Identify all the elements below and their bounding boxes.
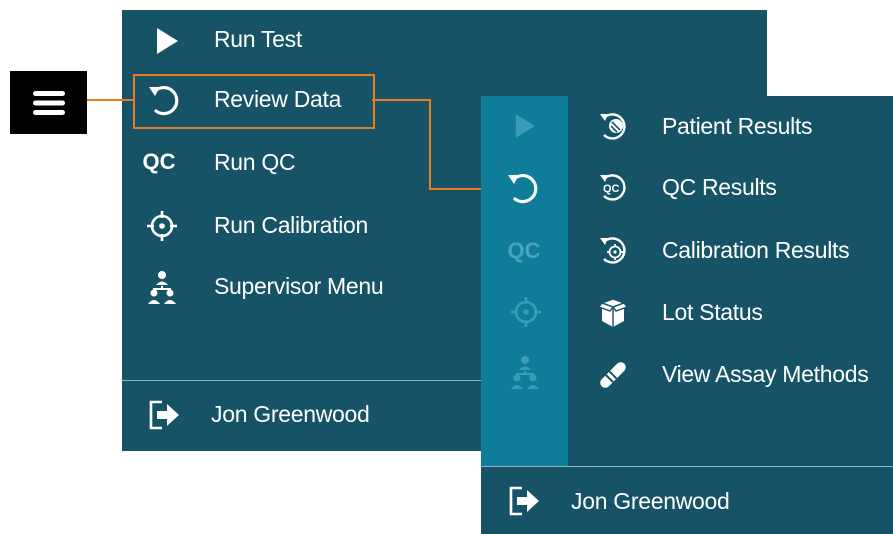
hamburger-menu-icon [32,90,65,116]
submenu-item-qc-results[interactable]: QC QC Results [568,157,893,219]
callout-connector [87,99,135,101]
patient-results-icon [595,109,631,145]
qc-icon[interactable]: QC [501,233,547,269]
submenu-item-label: QC Results [662,174,777,200]
crosshair-icon [144,208,180,244]
logout-icon [506,483,542,519]
menu-item-label: Run QC [214,149,296,175]
submenu-item-patient-results[interactable]: Patient Results [568,96,893,158]
submenu-item-lot-status[interactable]: Lot Status [568,282,893,344]
review-data-highlight [133,74,375,129]
submenu-item-label: View Assay Methods [662,361,869,387]
menu-item-label: Run Calibration [214,212,369,238]
submenu-item-calibration-results[interactable]: Calibration Results [568,220,893,282]
submenu-item-label: Lot Status [662,299,763,325]
icon-rail: QC [481,96,568,466]
box-icon [595,295,631,331]
submenu-item-view-assay-methods[interactable]: View Assay Methods [568,344,893,406]
user-logout-row[interactable]: Jon Greenwood [481,470,893,532]
qc-icon: QC [142,149,176,174]
submenu-item-label: Calibration Results [662,237,850,263]
callout-connector [429,99,431,190]
user-name: Jon Greenwood [211,401,370,427]
hamburger-menu-button[interactable] [10,71,87,134]
calibration-results-icon [595,233,631,269]
play-icon[interactable] [507,108,543,144]
crosshair-icon[interactable] [508,294,544,330]
qc-results-icon-text: QC [603,183,620,195]
hierarchy-icon[interactable] [507,354,543,390]
submenu-item-label: Patient Results [662,113,813,139]
divider [481,466,893,467]
callout-connector [372,99,430,101]
logout-icon [146,397,182,433]
hierarchy-icon [144,269,180,305]
user-name: Jon Greenwood [571,488,730,514]
play-icon [149,23,185,59]
undo-arrow-icon[interactable] [505,170,541,206]
menu-item-label: Run Test [214,26,302,52]
test-tube-icon [595,357,631,393]
review-data-submenu-panel: QC Patient Results QC QC Results Calibra… [481,96,893,534]
menu-item-run-test[interactable]: Run Test [122,10,767,72]
callout-connector [429,188,481,190]
menu-item-label: Supervisor Menu [214,273,384,299]
